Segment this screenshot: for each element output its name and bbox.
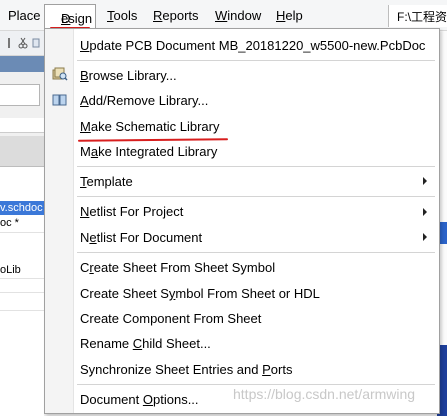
- menu-item-document-options[interactable]: Document Options...: [80, 392, 199, 407]
- item-label: rowse Library...: [88, 68, 177, 83]
- project-tree-item-doc[interactable]: oc *: [0, 217, 44, 229]
- menu-help-label: elp: [285, 8, 303, 23]
- menu-reports-key: R: [153, 8, 163, 23]
- menu-window-label: indow: [227, 8, 262, 23]
- menu-design-label: esign: [61, 11, 93, 26]
- menu-design[interactable]: Design: [44, 4, 96, 28]
- item-label-prefix: Document: [80, 392, 143, 407]
- item-label: etlist For Project: [89, 204, 184, 219]
- item-label-prefix: Rename: [80, 336, 133, 351]
- tree-divider: [0, 292, 44, 293]
- item-label: emplate: [86, 174, 133, 189]
- menu-help-key: H: [276, 8, 286, 23]
- menu-item-create-sheet-from-sheet-symbol[interactable]: Create Sheet From Sheet Symbol: [80, 260, 275, 275]
- design-menu-dropdown: Update PCB Document MB_20181220_w5500-ne…: [44, 28, 440, 414]
- menu-item-create-component-from-sheet[interactable]: Create Component From Sheet: [80, 311, 261, 326]
- menu-reports-label: eports: [162, 8, 199, 23]
- menu-separator: [77, 384, 435, 385]
- add-remove-library-icon: [52, 94, 67, 106]
- menu-tools[interactable]: Tools: [107, 8, 137, 23]
- item-access-key: M: [80, 119, 91, 134]
- menu-reports[interactable]: Reports: [153, 8, 199, 23]
- panel-title-bar: [0, 56, 44, 72]
- toolbar-handle-icon[interactable]: [4, 37, 14, 49]
- menu-item-make-integrated-library[interactable]: Make Integrated Library: [80, 144, 217, 159]
- item-label-prefix: Create Component From Sheet: [80, 311, 262, 326]
- menu-item-template[interactable]: Template: [80, 174, 133, 189]
- menu-item-rename-child-sheet[interactable]: Rename Child Sheet...: [80, 336, 211, 351]
- red-annotation-underline-make-schematic-library: [77, 138, 229, 142]
- item-label: ptions...: [153, 392, 199, 407]
- item-access-key: a: [90, 144, 99, 159]
- menu-help[interactable]: Help: [276, 8, 303, 23]
- item-label: eate Sheet From Sheet Symbol: [93, 260, 276, 275]
- menu-icon-gutter: [45, 29, 74, 413]
- item-access-key: P: [262, 362, 271, 377]
- submenu-arrow-icon: [423, 233, 427, 241]
- menu-item-update-pcb-document[interactable]: Update PCB Document MB_20181220_w5500-ne…: [80, 38, 425, 53]
- menu-item-netlist-for-project[interactable]: Netlist For Project: [80, 204, 183, 219]
- item-label-prefix: C: [80, 260, 90, 275]
- project-tree-selected-item[interactable]: v.schdoc: [0, 201, 44, 215]
- menu-place[interactable]: Place: [8, 8, 41, 23]
- item-label: tlist For Document: [96, 230, 203, 245]
- item-access-key: A: [80, 93, 89, 108]
- menu-window-key: W: [215, 8, 228, 23]
- item-label: mbol From Sheet or HDL: [175, 286, 320, 301]
- menu-item-make-schematic-library[interactable]: Make Schematic Library: [80, 119, 219, 134]
- menu-separator: [77, 60, 435, 61]
- path-text: F:\工程资: [397, 10, 447, 24]
- submenu-arrow-icon: [423, 177, 427, 185]
- item-label-prefix: M: [80, 144, 91, 159]
- watermark: https://blog.csdn.net/armwing: [233, 386, 416, 402]
- tree-divider: [0, 310, 44, 311]
- tree-item-lib-label: oLib: [0, 264, 21, 276]
- item-label-prefix: Create Sheet S: [80, 286, 169, 301]
- project-tree-item-lib[interactable]: oLib: [0, 264, 44, 276]
- item-access-key: U: [80, 38, 90, 53]
- menu-window[interactable]: Window: [215, 8, 261, 23]
- selected-item-label: v.schdoc: [0, 202, 43, 214]
- panel-row: [0, 118, 44, 133]
- item-label: pdate PCB Document MB_20181220_w5500-new…: [89, 38, 426, 53]
- item-access-key: O: [142, 392, 153, 407]
- item-label: hild Sheet...: [142, 336, 211, 351]
- panel-field[interactable]: [0, 84, 40, 106]
- menu-separator: [77, 166, 435, 167]
- left-toolbar: [0, 31, 44, 56]
- item-label: ke Integrated Library: [98, 144, 218, 159]
- menu-item-netlist-for-document[interactable]: Netlist For Document: [80, 230, 202, 245]
- copy-icon[interactable]: [32, 37, 42, 49]
- menu-item-browse-library[interactable]: Browse Library...: [80, 68, 177, 83]
- menu-item-add-remove-library[interactable]: Add/Remove Library...: [80, 93, 208, 108]
- menu-item-create-sheet-symbol-from-sheet[interactable]: Create Sheet Symbol From Sheet or HDL: [80, 286, 320, 301]
- menu-item-synchronize-sheet-entries-and-ports[interactable]: Synchronize Sheet Entries and Ports: [80, 362, 292, 377]
- cut-icon[interactable]: [18, 37, 28, 49]
- submenu-arrow-icon: [423, 208, 427, 216]
- item-label-prefix: N: [80, 230, 90, 245]
- menu-separator: [77, 252, 435, 253]
- item-label-prefix: Synchronize Sheet Entries and: [80, 362, 263, 377]
- item-access-key: C: [132, 336, 143, 351]
- item-label: ake Schematic Library: [90, 119, 220, 134]
- item-access-key: B: [80, 68, 89, 83]
- item-label: dd/Remove Library...: [88, 93, 209, 108]
- tree-item-doc-label: oc *: [0, 217, 19, 229]
- browse-library-icon: [52, 67, 68, 81]
- menu-place-label: Place: [8, 8, 41, 23]
- menu-tools-label: ools: [113, 8, 138, 23]
- tree-divider: [0, 278, 44, 279]
- menu-separator: [77, 196, 435, 197]
- tree-divider: [0, 232, 44, 233]
- path-box[interactable]: F:\工程资: [388, 5, 447, 27]
- item-label: orts: [270, 362, 293, 377]
- item-access-key: N: [80, 204, 90, 219]
- panel-button[interactable]: [0, 136, 44, 167]
- item-access-key: e: [89, 230, 97, 245]
